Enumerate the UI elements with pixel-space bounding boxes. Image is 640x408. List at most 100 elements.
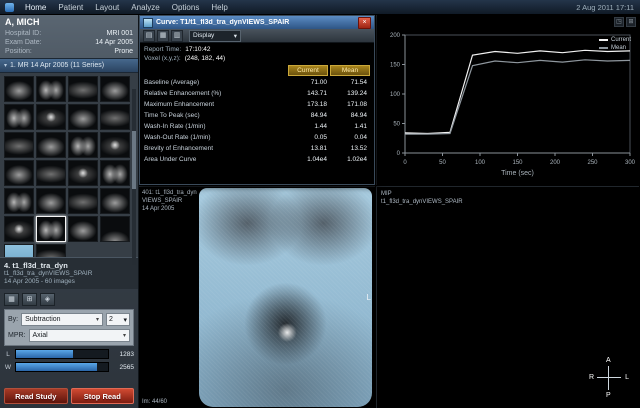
mpr-orientation-select[interactable]: Axial ▾ xyxy=(29,329,131,342)
menu-item[interactable]: Home xyxy=(19,0,52,14)
series-thumbnail[interactable] xyxy=(4,104,34,130)
series-thumbnail[interactable] xyxy=(68,132,98,158)
series-thumbnail[interactable] xyxy=(100,216,130,242)
series-thumbnail[interactable] xyxy=(36,160,66,186)
kinetics-column-header: Mean xyxy=(330,65,370,76)
orientation-compass: A P R L xyxy=(591,360,627,396)
level-label: L xyxy=(4,351,12,358)
svg-text:Time (sec): Time (sec) xyxy=(501,170,534,177)
axial-mri-image[interactable] xyxy=(199,188,372,407)
active-series-panel[interactable]: 4. t1_fl3d_tra_dyn t1_fl3d_tra_dynVIEWS_… xyxy=(0,257,138,289)
reset-tool-button[interactable]: ◈ xyxy=(40,293,55,306)
application-window: HomePatientLayoutAnalyzeOptionsHelp 2 Au… xyxy=(0,0,640,408)
series-thumbnail[interactable] xyxy=(100,160,130,186)
app-logo-icon xyxy=(5,3,14,12)
series-thumbnail[interactable] xyxy=(4,216,34,242)
curve-info-rows: Report Time: 17:10:42 Voxel (x,y,z): (24… xyxy=(144,45,370,63)
close-icon[interactable]: × xyxy=(358,17,371,29)
series-thumbnail[interactable] xyxy=(68,216,98,242)
legend-swatch xyxy=(599,47,608,49)
patient-field: Position: Prone xyxy=(5,47,133,56)
series-group-header[interactable]: ▾ 1. MR 14 Apr 2005 (11 Series) xyxy=(0,58,138,73)
mip-tool-button[interactable]: ▦ xyxy=(4,293,19,306)
scrollbar-thumb[interactable] xyxy=(132,131,136,189)
kinetics-table-row: Maximum Enhancement 173.18 171.08 xyxy=(144,99,370,110)
series-thumbnail[interactable] xyxy=(36,244,66,257)
compass-posterior-label: P xyxy=(606,392,611,399)
level-slider[interactable] xyxy=(15,349,109,359)
kinetics-table-row: Wash-Out Rate (1/min) 0.05 0.04 xyxy=(144,132,370,143)
chevron-down-icon: ▾ xyxy=(234,32,237,40)
series-thumbnail[interactable] xyxy=(100,76,130,102)
window-slider-row: W 2565 xyxy=(4,362,134,372)
series-thumbnail[interactable] xyxy=(100,104,130,130)
svg-text:50: 50 xyxy=(439,160,446,166)
curve-window-toolbar: ▤ ▦ ▥ Display ▾ xyxy=(140,29,374,43)
menu-item[interactable]: Help xyxy=(205,0,233,14)
stop-read-button[interactable]: Stop Read xyxy=(71,388,135,404)
series-thumbnail[interactable] xyxy=(68,104,98,130)
subtraction-select[interactable]: Subtraction ▾ xyxy=(21,313,103,326)
layout-tool-button[interactable]: ⊞ xyxy=(22,293,37,306)
compass-left-label: L xyxy=(625,374,629,381)
axial-overlay-series: 401: t1_fl3d_tra_dyn VIEWS_SPAIR 14 Apr … xyxy=(142,189,197,213)
kinetics-table-row: Baseline (Average) 71.00 71.54 xyxy=(144,77,370,88)
sidebar-controls: ▦ ⊞ ◈ By: Subtraction ▾ 2 ▾ MP xyxy=(0,289,138,408)
read-study-button[interactable]: Read Study xyxy=(4,388,68,404)
active-series-title: 4. t1_fl3d_tra_dyn xyxy=(4,261,134,270)
thumbnail-scrollbar[interactable] xyxy=(132,89,136,265)
mpr-row: MPR: Axial ▾ xyxy=(8,329,130,342)
svg-text:100: 100 xyxy=(475,160,486,166)
series-thumbnail[interactable] xyxy=(68,76,98,102)
axial-overlay-image-number: Im: 44/60 xyxy=(142,398,167,406)
menu-bar: HomePatientLayoutAnalyzeOptionsHelp 2 Au… xyxy=(0,0,640,15)
svg-text:0: 0 xyxy=(397,151,401,157)
menu-items: HomePatientLayoutAnalyzeOptionsHelp xyxy=(19,0,234,14)
compass-anterior-label: A xyxy=(606,357,611,364)
series-thumbnail[interactable] xyxy=(100,132,130,158)
svg-text:100: 100 xyxy=(390,92,401,98)
phase-spinner[interactable]: 2 ▾ xyxy=(106,313,130,326)
pin-icon[interactable]: ◳ xyxy=(614,17,624,27)
menu-item[interactable]: Layout xyxy=(89,0,125,14)
kinetics-table-row: Area Under Curve 1.04e4 1.02e4 xyxy=(144,154,370,165)
svg-text:250: 250 xyxy=(587,160,598,166)
print-icon[interactable]: ▦ xyxy=(157,30,169,42)
series-thumbnail[interactable] xyxy=(4,188,34,214)
compass-vertical-line xyxy=(608,366,609,390)
save-icon[interactable]: ▤ xyxy=(143,30,155,42)
series-thumbnail[interactable] xyxy=(4,76,34,102)
series-thumbnail[interactable] xyxy=(100,188,130,214)
level-slider-fill xyxy=(16,350,73,358)
series-thumbnail[interactable] xyxy=(36,76,66,102)
patient-field: Hospital ID: MRI 001 xyxy=(5,29,133,38)
menu-item[interactable]: Patient xyxy=(52,0,89,14)
legend-swatch xyxy=(599,39,608,41)
curve-window-titlebar[interactable]: Curve: T1/t1_fl3d_tra_dynVIEWS_SPAIR × xyxy=(140,16,374,29)
kinetics-table-row: Wash-In Rate (1/min) 1.44 1.41 xyxy=(144,121,370,132)
series-thumbnail[interactable] xyxy=(36,216,66,242)
mip-viewport[interactable]: MIP t1_fl3d_tra_dynVIEWS_SPAIR A P R L xyxy=(376,186,639,408)
series-thumbnail[interactable] xyxy=(68,188,98,214)
study-action-buttons: Read Study Stop Read xyxy=(4,388,134,404)
series-thumbnail[interactable] xyxy=(4,244,34,257)
series-thumbnail-grid xyxy=(0,73,138,257)
menu-item[interactable]: Analyze xyxy=(125,0,165,14)
series-thumbnail[interactable] xyxy=(4,160,34,186)
expand-icon[interactable]: ⊞ xyxy=(626,17,636,27)
window-slider[interactable] xyxy=(15,362,109,372)
kinetics-column-header: Current xyxy=(288,65,328,76)
series-thumbnail[interactable] xyxy=(68,160,98,186)
svg-text:150: 150 xyxy=(512,160,523,166)
display-dropdown[interactable]: Display ▾ xyxy=(189,30,241,42)
copy-icon[interactable]: ▥ xyxy=(171,30,183,42)
level-value: 1283 xyxy=(112,351,134,358)
series-thumbnail[interactable] xyxy=(36,188,66,214)
kinetics-table-row: Time To Peak (sec) 84.94 84.94 xyxy=(144,110,370,121)
active-series-date: 14 Apr 2005 - 60 images xyxy=(4,278,134,286)
menu-item[interactable]: Options xyxy=(166,0,206,14)
series-thumbnail[interactable] xyxy=(36,104,66,130)
series-thumbnail[interactable] xyxy=(36,132,66,158)
series-thumbnail[interactable] xyxy=(4,132,34,158)
svg-text:200: 200 xyxy=(550,160,561,166)
